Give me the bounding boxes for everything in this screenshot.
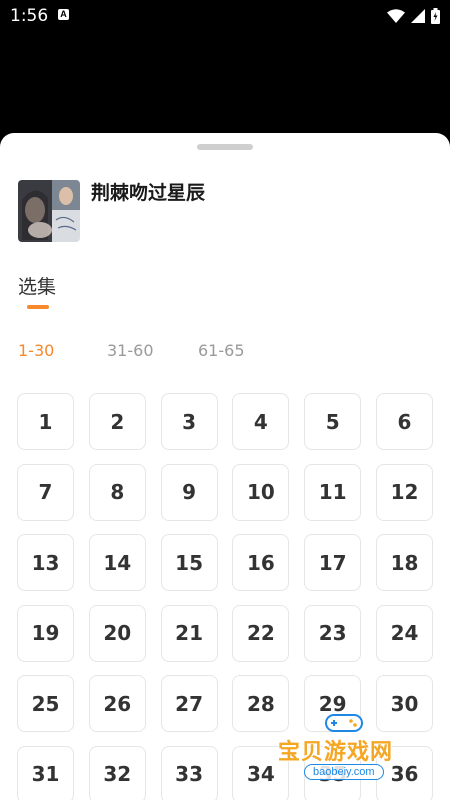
episode-button[interactable]: 21 — [160, 604, 218, 662]
range-tab-1-30[interactable]: 1-30 — [18, 341, 54, 361]
episode-button[interactable]: 12 — [375, 463, 433, 521]
episode-button[interactable]: 26 — [88, 675, 146, 733]
episode-button[interactable]: 20 — [88, 604, 146, 662]
status-time: 1:56 — [10, 6, 49, 26]
episode-button[interactable]: 29 — [304, 675, 362, 733]
episode-button[interactable]: 36 — [375, 745, 433, 800]
episode-button[interactable]: 13 — [17, 534, 74, 592]
episode-button[interactable]: 35 — [304, 745, 362, 800]
episode-button[interactable]: 31 — [17, 745, 74, 800]
episode-button[interactable]: 18 — [375, 534, 433, 592]
episode-button[interactable]: 7 — [17, 463, 74, 521]
episodes-section-label: 选集 — [18, 276, 57, 298]
episode-button[interactable]: 30 — [375, 675, 433, 733]
episode-button[interactable]: 34 — [232, 745, 290, 800]
show-cover-image — [18, 180, 80, 242]
episode-button[interactable]: 27 — [160, 675, 218, 733]
drag-handle[interactable] — [197, 144, 253, 150]
episode-button[interactable]: 9 — [160, 463, 218, 521]
episode-button[interactable]: 8 — [88, 463, 146, 521]
episode-button[interactable]: 10 — [232, 463, 290, 521]
episode-button[interactable]: 22 — [232, 604, 290, 662]
episode-button[interactable]: 33 — [160, 745, 218, 800]
episode-button[interactable]: 28 — [232, 675, 290, 733]
episode-button[interactable]: 5 — [304, 393, 362, 450]
episode-button[interactable]: 24 — [375, 604, 433, 662]
episode-button[interactable]: 4 — [232, 393, 290, 450]
section-underline — [27, 305, 49, 309]
episode-button[interactable]: 1 — [17, 393, 74, 450]
a-icon: A — [58, 9, 69, 20]
episode-button[interactable]: 19 — [17, 604, 74, 662]
show-title: 荆棘吻过星辰 — [91, 182, 206, 204]
episode-bottom-sheet: 荆棘吻过星辰 选集 1-30 31-60 61-65 1 2 3 4 5 6 7… — [0, 133, 450, 800]
episode-button[interactable]: 32 — [88, 745, 146, 800]
signal-icon — [411, 9, 425, 23]
wifi-icon — [387, 9, 405, 23]
episode-button[interactable]: 3 — [160, 393, 218, 450]
episode-button[interactable]: 2 — [88, 393, 146, 450]
episode-grid: 1 2 3 4 5 6 7 8 9 10 11 12 13 14 15 16 1… — [17, 393, 433, 800]
range-tab-61-65[interactable]: 61-65 — [198, 341, 245, 361]
episode-button[interactable]: 16 — [232, 534, 290, 592]
episode-button[interactable]: 25 — [17, 675, 74, 733]
episode-button[interactable]: 11 — [304, 463, 362, 521]
episode-button[interactable]: 14 — [88, 534, 146, 592]
range-tab-31-60[interactable]: 31-60 — [107, 341, 154, 361]
episode-button[interactable]: 17 — [304, 534, 362, 592]
episode-button[interactable]: 15 — [160, 534, 218, 592]
episode-button[interactable]: 6 — [375, 393, 433, 450]
battery-icon — [431, 8, 440, 24]
status-icons — [387, 6, 440, 26]
status-bar: 1:56 A — [0, 0, 450, 32]
episode-button[interactable]: 23 — [304, 604, 362, 662]
